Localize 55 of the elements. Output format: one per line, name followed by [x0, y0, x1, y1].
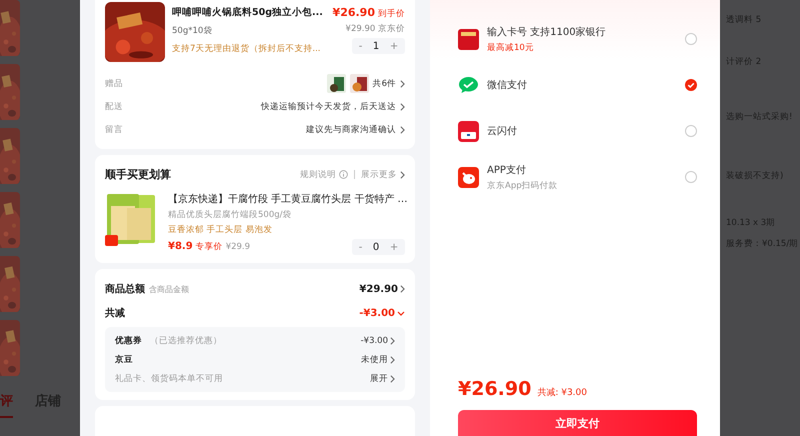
- total-label: 商品总额 含商品金额: [105, 282, 189, 296]
- chevron-icon: [400, 170, 405, 178]
- chevron-icon: [390, 374, 395, 382]
- payment-method-name[interactable]: APP支付: [487, 162, 677, 176]
- pay-button[interactable]: 立即支付: [458, 410, 697, 436]
- product-spec: 50g*10袋: [172, 25, 214, 37]
- discount-item-label: 京豆: [115, 354, 133, 366]
- radio-button[interactable]: [685, 33, 697, 45]
- info-icon: [339, 170, 348, 179]
- discount-amount[interactable]: -¥3.00: [359, 308, 395, 318]
- payment-method-name[interactable]: 输入卡号 支持1100家银行: [487, 24, 677, 38]
- radio-button[interactable]: [685, 125, 697, 137]
- product-tags: 豆香浓郁 手工头层 易泡发: [168, 224, 405, 236]
- quantity-value: 1: [372, 40, 380, 52]
- row-label: 配送: [105, 100, 123, 112]
- chevron-icon: [400, 80, 405, 88]
- wallet-icon: [458, 120, 479, 142]
- row-value[interactable]: 快递运输预计今天发货，后天送达: [261, 100, 396, 112]
- product-spec: 精品优质头层腐竹端段500g/袋: [168, 209, 292, 221]
- total-amount[interactable]: ¥29.90: [359, 284, 398, 294]
- discount-item-value[interactable]: 未使用: [361, 354, 388, 366]
- chevron-down-icon: [397, 310, 405, 316]
- payment-method-note: 京东App扫码付款: [487, 180, 559, 192]
- chevron-icon: [390, 336, 395, 344]
- discount-item-label: 优惠券 （已选推荐优惠）: [115, 334, 222, 346]
- discount-item-label: 礼品卡、领货码本单不可用: [115, 372, 223, 384]
- row-label: 留言: [105, 124, 123, 136]
- chat-bubble-icon: [458, 74, 479, 96]
- section-title: 顺手买更划算: [105, 167, 171, 182]
- dog-mascot-icon: [458, 166, 479, 188]
- payment-method-note: 最高减10元: [487, 42, 535, 54]
- payment-method-name[interactable]: 云闪付: [487, 124, 677, 138]
- discount-item-value[interactable]: 展开: [370, 372, 388, 384]
- radio-button[interactable]: [685, 171, 697, 183]
- total-price: ¥26.90: [458, 378, 532, 400]
- radio-button[interactable]: [685, 79, 697, 91]
- discount-label: 共减: [105, 306, 125, 320]
- bank-card-icon: [458, 28, 479, 50]
- discount-item-value[interactable]: -¥3.00: [360, 336, 388, 346]
- payment-method-name[interactable]: 微信支付: [487, 78, 677, 92]
- product-title: 【京东快递】干腐竹段 手工黄豆腐竹头层 干货特产 …: [168, 192, 405, 206]
- product-price: ¥26.90 到手价: [332, 6, 405, 20]
- chevron-icon: [400, 102, 405, 110]
- row-value[interactable]: 建议先与商家沟通确认: [306, 124, 396, 136]
- chevron-icon: [390, 356, 395, 364]
- product-price: ¥8.9 专享价 ¥29.9: [168, 241, 250, 253]
- product-title: 呷哺呷哺火锅底料50g独立小包...: [172, 6, 323, 19]
- row-value[interactable]: 共6件: [372, 78, 396, 90]
- chevron-icon: [400, 126, 405, 134]
- original-price: ¥29.90 京东价: [346, 23, 405, 35]
- row-label: 赠品: [105, 78, 123, 90]
- quantity-value: 0: [372, 242, 380, 252]
- chevron-icon: [400, 285, 405, 293]
- return-policy: 支持7天无理由退货（拆封后不支持...: [172, 43, 322, 55]
- discount-total: 共减: ¥3.00: [537, 386, 587, 399]
